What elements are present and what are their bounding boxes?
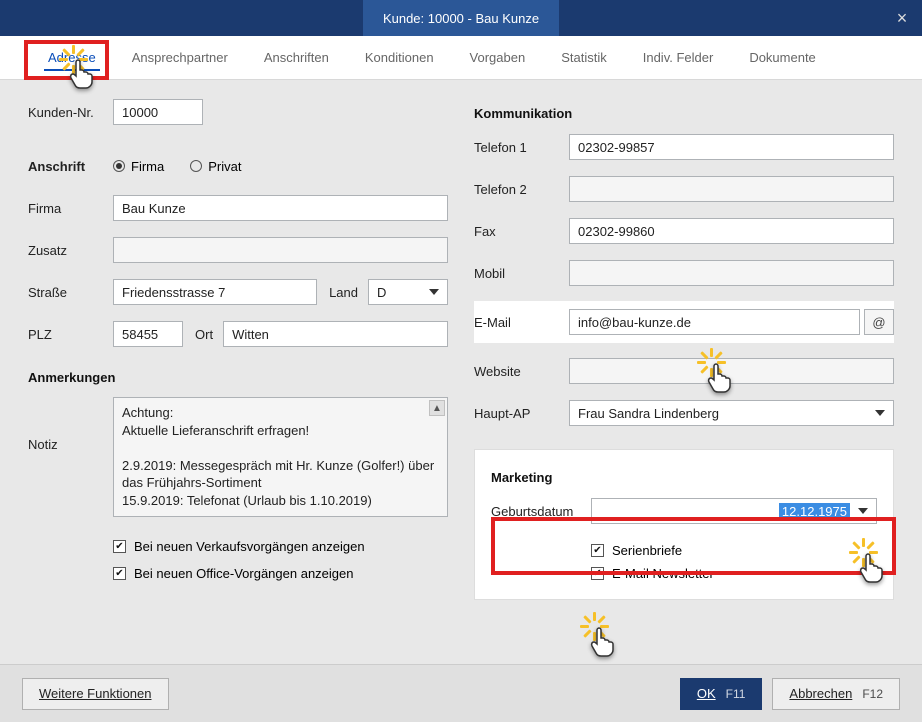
label-ort: Ort — [195, 327, 213, 342]
tab-dokumente[interactable]: Dokumente — [731, 36, 833, 79]
haupt-ap-value: Frau Sandra Lindenberg — [578, 406, 719, 421]
label-notiz: Notiz — [28, 397, 113, 452]
firma-field[interactable]: Bau Kunze — [113, 195, 448, 221]
ok-label: OK — [697, 686, 716, 701]
caret-down-icon — [429, 289, 439, 295]
radio-privat[interactable]: Privat — [190, 159, 241, 174]
chk-newsletter-label: E-Mail Newsletter — [612, 566, 714, 581]
at-button[interactable]: @ — [864, 309, 894, 335]
geburtsdatum-value: 12.12.1975 — [779, 503, 850, 520]
chk-office-vorgaenge-label: Bei neuen Office-Vorgängen anzeigen — [134, 566, 353, 581]
close-icon[interactable]: × — [882, 0, 922, 36]
fax-field[interactable]: 02302-99860 — [569, 218, 894, 244]
anmerkungen-heading: Anmerkungen — [28, 370, 448, 385]
plz-field[interactable]: 58455 — [113, 321, 183, 347]
label-website: Website — [474, 364, 569, 379]
tab-konditionen[interactable]: Konditionen — [347, 36, 452, 79]
label-telefon1: Telefon 1 — [474, 140, 569, 155]
label-kunden-nr: Kunden-Nr. — [28, 105, 113, 120]
label-land: Land — [329, 285, 358, 300]
customer-window: Kunde: 10000 - Bau Kunze × Adresse Anspr… — [0, 0, 922, 722]
label-telefon2: Telefon 2 — [474, 182, 569, 197]
radio-privat-label: Privat — [208, 159, 241, 174]
chk-verkaufsvorgaenge-label: Bei neuen Verkaufsvorgängen anzeigen — [134, 539, 365, 554]
radio-firma-label: Firma — [131, 159, 164, 174]
strasse-field[interactable]: Friedensstrasse 7 — [113, 279, 317, 305]
right-column: Kommunikation Telefon 1 02302-99857 Tele… — [474, 98, 894, 656]
ok-button[interactable]: OK F11 — [680, 678, 763, 710]
chk-serienbriefe-label: Serienbriefe — [612, 543, 682, 558]
land-value: D — [377, 285, 386, 300]
form-body: Kunden-Nr. 10000 Anschrift Firma Privat … — [0, 80, 922, 664]
weitere-funktionen-button[interactable]: Weitere Funktionen — [22, 678, 169, 710]
notiz-textarea[interactable] — [113, 397, 448, 517]
haupt-ap-select[interactable]: Frau Sandra Lindenberg — [569, 400, 894, 426]
titlebar: Kunde: 10000 - Bau Kunze × — [0, 0, 922, 36]
tab-bar: Adresse Ansprechpartner Anschriften Kond… — [0, 36, 922, 80]
ort-field[interactable]: Witten — [223, 321, 448, 347]
label-plz: PLZ — [28, 327, 113, 342]
geburtsdatum-field[interactable]: 12.12.1975 — [591, 498, 877, 524]
telefon1-field[interactable]: 02302-99857 — [569, 134, 894, 160]
tab-statistik[interactable]: Statistik — [543, 36, 625, 79]
ok-shortcut: F11 — [726, 687, 746, 701]
label-zusatz: Zusatz — [28, 243, 113, 258]
tab-adresse[interactable]: Adresse — [30, 36, 114, 79]
label-mobil: Mobil — [474, 266, 569, 281]
window-title: Kunde: 10000 - Bau Kunze — [363, 0, 559, 36]
at-icon: @ — [872, 315, 885, 330]
tab-ansprechpartner[interactable]: Ansprechpartner — [114, 36, 246, 79]
marketing-section: Marketing Geburtsdatum 12.12.1975 Serien… — [474, 449, 894, 600]
abbrechen-button[interactable]: Abbrechen F12 — [772, 678, 900, 710]
label-anschrift: Anschrift — [28, 159, 113, 174]
caret-down-icon — [858, 508, 868, 514]
chk-office-vorgaenge[interactable] — [113, 567, 126, 580]
left-column: Kunden-Nr. 10000 Anschrift Firma Privat … — [28, 98, 448, 656]
radio-dot-icon — [190, 160, 202, 172]
mobil-field[interactable] — [569, 260, 894, 286]
abbrechen-shortcut: F12 — [862, 687, 883, 701]
radio-dot-icon — [113, 160, 125, 172]
kommunikation-heading: Kommunikation — [474, 106, 894, 121]
tab-anschriften[interactable]: Anschriften — [246, 36, 347, 79]
marketing-heading: Marketing — [491, 470, 877, 485]
tab-indiv-felder[interactable]: Indiv. Felder — [625, 36, 732, 79]
kunden-nr-field[interactable]: 10000 — [113, 99, 203, 125]
land-select[interactable]: D — [368, 279, 448, 305]
chk-serienbriefe[interactable] — [591, 544, 604, 557]
website-field[interactable] — [569, 358, 894, 384]
label-email: E-Mail — [474, 315, 569, 330]
label-strasse: Straße — [28, 285, 113, 300]
label-haupt-ap: Haupt-AP — [474, 406, 569, 421]
telefon2-field[interactable] — [569, 176, 894, 202]
weitere-funktionen-label: Weitere Funktionen — [39, 686, 152, 701]
tab-vorgaben[interactable]: Vorgaben — [452, 36, 544, 79]
label-firma: Firma — [28, 201, 113, 216]
label-geburtsdatum: Geburtsdatum — [491, 504, 591, 519]
email-field[interactable]: info@bau-kunze.de — [569, 309, 860, 335]
chk-newsletter[interactable] — [591, 567, 604, 580]
caret-down-icon — [875, 410, 885, 416]
scroll-up-icon[interactable]: ▲ — [429, 400, 445, 416]
radio-firma[interactable]: Firma — [113, 159, 164, 174]
anschrift-radio-group: Firma Privat — [113, 159, 241, 174]
footer: Weitere Funktionen OK F11 Abbrechen F12 — [0, 664, 922, 722]
label-fax: Fax — [474, 224, 569, 239]
chk-verkaufsvorgaenge[interactable] — [113, 540, 126, 553]
zusatz-field[interactable] — [113, 237, 448, 263]
abbrechen-label: Abbrechen — [789, 686, 852, 701]
